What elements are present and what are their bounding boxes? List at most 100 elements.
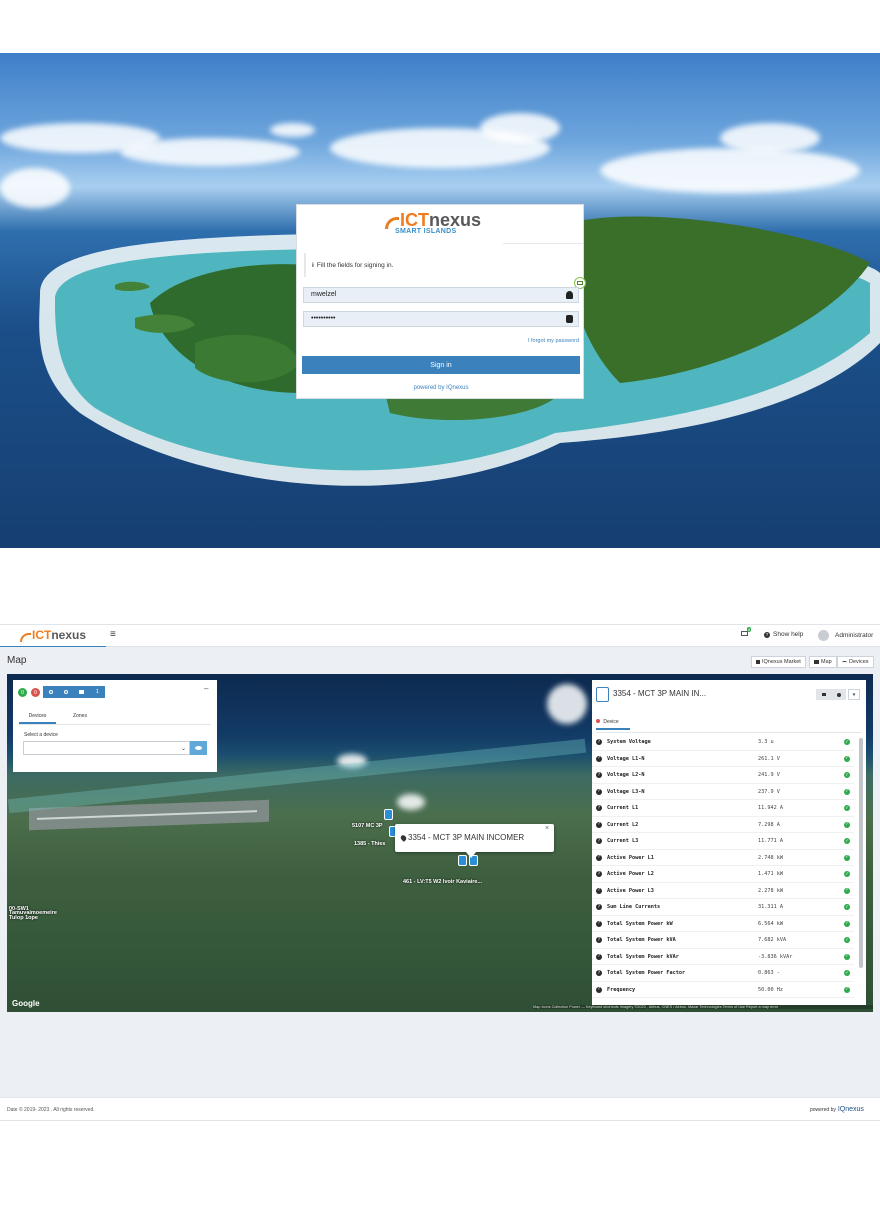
sign-in-button[interactable]: Sign in (302, 356, 580, 374)
check-circle-icon: ✓ (844, 755, 850, 762)
zoom-out-icon[interactable] (59, 686, 75, 698)
question-circle-icon[interactable]: ? (596, 821, 602, 828)
question-circle-icon[interactable]: ? (596, 953, 602, 960)
scrollbar[interactable] (859, 738, 863, 968)
tab-zones[interactable]: Zones (65, 713, 95, 719)
tab-devices-label: Devices (28, 713, 47, 719)
check-circle-icon: ✓ (844, 739, 850, 745)
question-circle-icon[interactable]: ? (596, 739, 602, 745)
user-icon (566, 291, 573, 299)
question-circle-icon[interactable]: ? (596, 937, 602, 943)
metric-value: 0.863 - (758, 970, 780, 976)
tab-devices[interactable]: Devices (19, 713, 56, 724)
map-button[interactable]: Map (809, 656, 837, 668)
username-field[interactable]: mwelzel (303, 287, 579, 303)
dropdown-caret-icon[interactable]: ▾ (848, 689, 860, 700)
cloud (270, 123, 315, 137)
metric-row: ? Total System Power kVA 7.682 kVA ✓ (592, 932, 854, 949)
info-icon: i (312, 261, 314, 269)
tab-device-label: Device (603, 719, 619, 725)
devices-label: Devices (849, 659, 869, 665)
powered-by-link[interactable]: powered by IQnexus (297, 385, 585, 391)
show-help-button[interactable]: ? Show help (764, 631, 803, 638)
check-circle-icon: ✓ (844, 871, 850, 877)
metric-label: Active Power L3 (607, 887, 654, 894)
metric-value: 6.564 kW (758, 920, 783, 927)
question-circle-icon[interactable]: ? (596, 986, 602, 993)
password-field[interactable]: •••••••••• (303, 311, 579, 327)
notifications-button[interactable]: 8 (741, 627, 752, 636)
device-title: 3354 - MCT 3P MAIN IN... (613, 689, 707, 698)
metric-label: Voltage L2-N (607, 772, 645, 778)
app-footer: Date © 2019- 2023 . All rights reserved.… (0, 1097, 880, 1120)
metric-value: 31.311 A (758, 904, 783, 910)
header-logo[interactable]: ICT nexus (20, 629, 86, 642)
question-circle-icon[interactable]: ? (596, 772, 602, 778)
app-header: ICT nexus ≡ 8 ? Show help Administrator (0, 625, 880, 647)
device-select[interactable]: ⌄ (23, 741, 190, 755)
layers-icon[interactable] (74, 686, 90, 698)
offline-count-badge: 0 (31, 688, 40, 697)
satellite-map[interactable]: 5107 MC 3P 1385 - Thies 461 - LV:T5 W2 I… (7, 674, 873, 1012)
check-circle-icon: ✓ (844, 970, 850, 976)
forgot-password-link[interactable]: I forgot my password (477, 338, 579, 344)
question-circle-icon[interactable]: ? (596, 755, 602, 762)
powered-by: powered by IQnexus (810, 1106, 864, 1113)
question-circle-icon[interactable]: ? (596, 920, 602, 927)
metric-label: Voltage L3-N (607, 788, 645, 795)
envelope-icon[interactable] (816, 689, 831, 700)
select-device-label: Select a device (24, 732, 58, 738)
eye-icon (195, 746, 202, 750)
logo-ict: ICT (32, 628, 52, 642)
question-circle-icon[interactable]: ? (596, 871, 602, 877)
comment-icon[interactable] (831, 689, 846, 700)
logo-nexus: nexus (51, 628, 87, 642)
check-circle-icon: ✓ (844, 920, 850, 927)
info-text: Fill the fields for signing in. (316, 261, 394, 269)
device-detail-panel: 3354 - MCT 3P MAIN IN... ▾ Device ? Syste… (592, 680, 866, 1005)
metric-label: Current L3 (607, 838, 639, 844)
user-menu[interactable]: Administrator (818, 630, 873, 641)
metric-value: -3.836 kVAr (758, 953, 793, 960)
question-circle-icon[interactable]: ? (596, 887, 602, 894)
toolbar-count[interactable]: 1 (90, 686, 106, 698)
question-circle-icon[interactable]: ? (596, 970, 602, 976)
devices-button[interactable]: Devices (837, 656, 874, 668)
metric-row: ? Current L3 11.771 A ✓ (592, 833, 854, 850)
device-marker[interactable] (384, 809, 393, 820)
logo-nexus: nexus (429, 210, 482, 230)
cloud (600, 148, 860, 193)
tab-device[interactable]: Device (596, 719, 630, 730)
question-circle-icon[interactable]: ? (596, 805, 602, 811)
metric-label: Total System Power Factor (607, 970, 686, 976)
logo-subtitle: SMART ISLANDS (395, 228, 457, 235)
check-circle-icon: ✓ (844, 986, 850, 993)
metric-label: System Voltage (607, 739, 651, 745)
metric-row: ? Voltage L3-N 237.9 V ✓ (592, 784, 854, 800)
popup-close-button[interactable]: × (545, 825, 549, 832)
map-label: 1385 - Thies (354, 841, 386, 847)
question-circle-icon[interactable]: ? (596, 788, 602, 795)
map-toolbar: 1 (43, 686, 105, 698)
check-circle-icon: ✓ (844, 821, 850, 828)
collapse-button[interactable]: – (204, 684, 208, 693)
question-circle-icon[interactable]: ? (596, 838, 602, 844)
metric-label: Current L1 (607, 805, 639, 811)
metric-row: ? Active Power L2 1.471 kW ✓ (592, 866, 854, 883)
metric-row: ? Current L1 11.942 A ✓ (592, 800, 854, 817)
metric-row: ? Total System Power Factor 0.863 - ✓ (592, 965, 854, 982)
zoom-in-icon[interactable] (43, 686, 59, 698)
view-device-button[interactable] (190, 741, 207, 755)
metric-value: 50.00 Hz (758, 986, 783, 993)
cloud (547, 684, 587, 724)
page-title: Map (7, 655, 27, 666)
metric-value: 261.1 V (758, 755, 780, 762)
map-control-panel: 0 0 1 – Devices Zones Select a device ⌄ (13, 680, 217, 772)
question-circle-icon[interactable]: ? (596, 854, 602, 861)
divider (19, 724, 211, 725)
question-circle-icon[interactable]: ? (596, 904, 602, 910)
check-circle-icon: ✓ (844, 805, 850, 811)
map-attribution[interactable]: Map Icons Collection Power — Keyboard sh… (533, 1005, 873, 1009)
menu-toggle-icon[interactable]: ≡ (110, 629, 116, 640)
iqnexus-market-button[interactable]: IQnexus Market (751, 656, 806, 668)
